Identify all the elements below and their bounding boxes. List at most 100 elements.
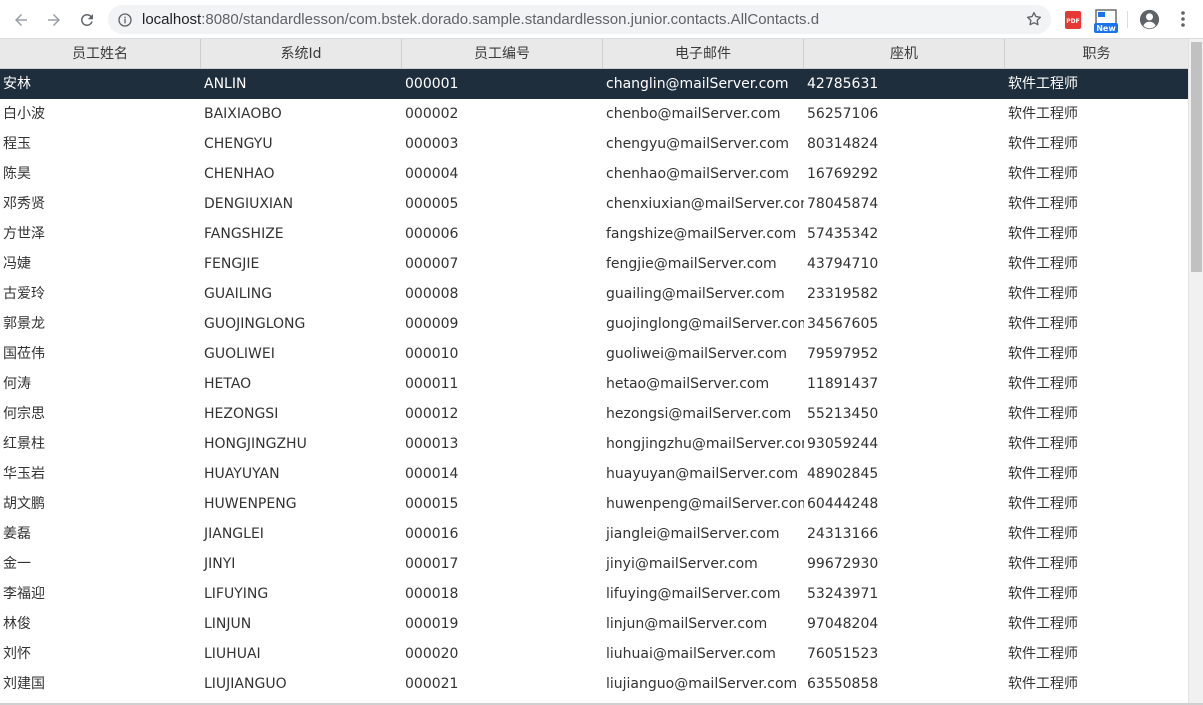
- table-row[interactable]: 陈昊 CHENHAO 000004 chenhao@mailServer.com 167…: [0, 159, 1188, 189]
- new-extension-button[interactable]: New: [1093, 8, 1119, 34]
- cell-employee-no: 000006: [405, 226, 459, 242]
- table-row[interactable]: 红景柱 HONGJINGZHU 000013 hongjingzhu@mailServ…: [0, 429, 1188, 459]
- cell-employee-no: 000003: [405, 136, 459, 152]
- cell-phone: 53243971: [807, 586, 879, 602]
- table-row[interactable]: 李福迎 LIFUYING 000018 lifuying@mailServer.com…: [0, 579, 1188, 609]
- reload-icon: [80, 13, 93, 26]
- grid-header: 员工姓名 系统Id 员工编号 电子邮件 座机 职务: [0, 39, 1188, 69]
- profile-avatar-icon[interactable]: [1139, 9, 1160, 30]
- header-column-position[interactable]: 职务: [1005, 39, 1188, 69]
- table-row[interactable]: 胡文鹏 HUWENPENG 000015 huwenpeng@mailServer.c…: [0, 489, 1188, 519]
- cell-email: liujianguo@mailServer.com: [606, 676, 798, 692]
- header-column-employee-no[interactable]: 员工编号: [402, 39, 603, 69]
- cell-phone: 48902845: [807, 466, 879, 482]
- table-row[interactable]: 程玉 CHENGYU 000003 chengyu@mailServer.com 803…: [0, 129, 1188, 159]
- cell-name: 金一: [3, 556, 31, 572]
- cell-name: 古爱玲: [3, 286, 45, 302]
- cell-position: 软件工程师: [1008, 616, 1078, 632]
- cell-email: linjun@mailServer.com: [606, 616, 768, 632]
- cell-system-id: GUAILING: [204, 286, 273, 302]
- table-row[interactable]: 华玉岩 HUAYUYAN 000014 huayuyan@mailServer.com…: [0, 459, 1188, 489]
- cell-system-id: LINJUN: [204, 616, 252, 632]
- cell-email: hongjingzhu@mailServer.com: [606, 436, 804, 452]
- header-column-phone[interactable]: 座机: [804, 39, 1005, 69]
- cell-email: guoliwei@mailServer.com: [606, 346, 788, 362]
- cell-system-id: CHENGYU: [204, 136, 273, 152]
- forward-button[interactable]: [42, 8, 66, 32]
- cell-employee-no: 000019: [405, 616, 459, 632]
- cell-employee-no: 000016: [405, 526, 459, 542]
- header-column-email[interactable]: 电子邮件: [603, 39, 804, 69]
- back-button[interactable]: [9, 8, 33, 32]
- cell-employee-no: 000009: [405, 316, 459, 332]
- more-vert-icon[interactable]: [1180, 10, 1186, 28]
- table-row[interactable]: 国莅伟 GUOLIWEI 000010 guoliwei@mailServer.com…: [0, 339, 1188, 369]
- table-row[interactable]: 金一 JINYI 000017 jinyi@mailServer.com 9967293…: [0, 549, 1188, 579]
- arrow-right-icon: [48, 14, 60, 26]
- cell-phone: 93059244: [807, 436, 879, 452]
- cell-employee-no: 000007: [405, 256, 459, 272]
- url-text[interactable]: localhost:8080/standardlesson/com.bstek.…: [142, 11, 1002, 28]
- cell-email: huwenpeng@mailServer.com: [606, 496, 804, 512]
- table-row[interactable]: 刘怀 LIUHUAI 000020 liuhuai@mailServer.com 760…: [0, 639, 1188, 669]
- cell-position: 软件工程师: [1008, 346, 1078, 362]
- cell-name: 胡文鹏: [3, 496, 45, 512]
- table-row[interactable]: 白小波 BAIXIAOBO 000002 chenbo@mailServer.com 5…: [0, 99, 1188, 129]
- cell-system-id: DENGIUXIAN: [204, 196, 294, 212]
- scrollbar-thumb[interactable]: [1191, 42, 1202, 272]
- table-row[interactable]: 方世泽 FANGSHIZE 000006 fangshize@mailServer.c…: [0, 219, 1188, 249]
- address-bar[interactable]: localhost:8080/standardlesson/com.bstek.…: [108, 5, 1051, 34]
- table-row[interactable]: 林俊 LINJUN 000019 linjun@mailServer.com 97048…: [0, 609, 1188, 639]
- table-row[interactable]: 邓秀贤 DENGIUXIAN 000005 chenxiuxian@mailServe…: [0, 189, 1188, 219]
- cell-name: 何宗思: [3, 406, 45, 422]
- contacts-grid: 员工姓名 系统Id 员工编号 电子邮件 座机 职务 安林 ANLIN 000001 changl…: [0, 39, 1188, 705]
- cell-position: 软件工程师: [1008, 196, 1078, 212]
- cell-system-id: HONGJINGZHU: [204, 436, 307, 452]
- svg-text:PDF: PDF: [1066, 18, 1079, 25]
- cell-name: 郭景龙: [3, 316, 45, 332]
- cell-system-id: GUOJINGLONG: [204, 316, 306, 332]
- table-row[interactable]: 刘建国 LIUJIANGUO 000021 liujianguo@mailServer…: [0, 669, 1188, 699]
- cell-email: guojinglong@mailServer.com: [606, 316, 804, 332]
- cell-email: lifuying@mailServer.com: [606, 586, 781, 602]
- cell-phone: 99672930: [807, 556, 879, 572]
- cell-position: 软件工程师: [1008, 316, 1078, 332]
- table-row[interactable]: 安林 ANLIN 000001 changlin@mailServer.com 4278…: [0, 69, 1188, 99]
- cell-system-id: LIUHUAI: [204, 646, 261, 662]
- vertical-scrollbar[interactable]: [1188, 39, 1203, 705]
- cell-phone: 79597952: [807, 346, 879, 362]
- cell-email: hezongsi@mailServer.com: [606, 406, 792, 422]
- cell-system-id: HEZONGSI: [204, 406, 279, 422]
- reload-button[interactable]: [75, 8, 99, 32]
- cell-position: 软件工程师: [1008, 586, 1078, 602]
- header-column-system-id[interactable]: 系统Id: [201, 39, 402, 69]
- table-row[interactable]: 何宗思 HEZONGSI 000012 hezongsi@mailServer.com…: [0, 399, 1188, 429]
- header-column-name[interactable]: 员工姓名: [0, 39, 201, 69]
- cell-name: 国莅伟: [3, 346, 45, 362]
- cell-employee-no: 000008: [405, 286, 459, 302]
- cell-system-id: JIANGLEI: [204, 526, 264, 542]
- cell-system-id: HETAO: [204, 376, 252, 392]
- toolbar-divider: [1127, 11, 1128, 28]
- table-row[interactable]: 冯婕 FENGJIE 000007 fengjie@mailServer.com 437…: [0, 249, 1188, 279]
- table-row[interactable]: 姜磊 JIANGLEI 000016 jianglei@mailServer.com 2…: [0, 519, 1188, 549]
- cell-position: 软件工程师: [1008, 76, 1078, 92]
- table-row[interactable]: 郭景龙 GUOJINGLONG 000009 guojinglong@mailServ…: [0, 309, 1188, 339]
- cell-phone: 42785631: [807, 76, 879, 92]
- cell-name: 刘怀: [3, 646, 31, 662]
- cell-employee-no: 000004: [405, 166, 459, 182]
- info-icon[interactable]: [117, 12, 133, 28]
- cell-system-id: GUOLIWEI: [204, 346, 275, 362]
- table-row[interactable]: 何涛 HETAO 000011 hetao@mailServer.com 1189143…: [0, 369, 1188, 399]
- cell-system-id: FENGJIE: [204, 256, 260, 272]
- cell-email: hetao@mailServer.com: [606, 376, 770, 392]
- table-row[interactable]: 古爱玲 GUAILING 000008 guailing@mailServer.com…: [0, 279, 1188, 309]
- cell-name: 姜磊: [3, 526, 31, 542]
- cell-system-id: HUWENPENG: [204, 496, 297, 512]
- star-icon[interactable]: [1025, 10, 1043, 28]
- pdf-extension-button[interactable]: PDF: [1062, 9, 1084, 31]
- cell-position: 软件工程师: [1008, 676, 1078, 692]
- cell-position: 软件工程师: [1008, 436, 1078, 452]
- arrow-left-icon: [15, 14, 27, 26]
- cell-employee-no: 000017: [405, 556, 459, 572]
